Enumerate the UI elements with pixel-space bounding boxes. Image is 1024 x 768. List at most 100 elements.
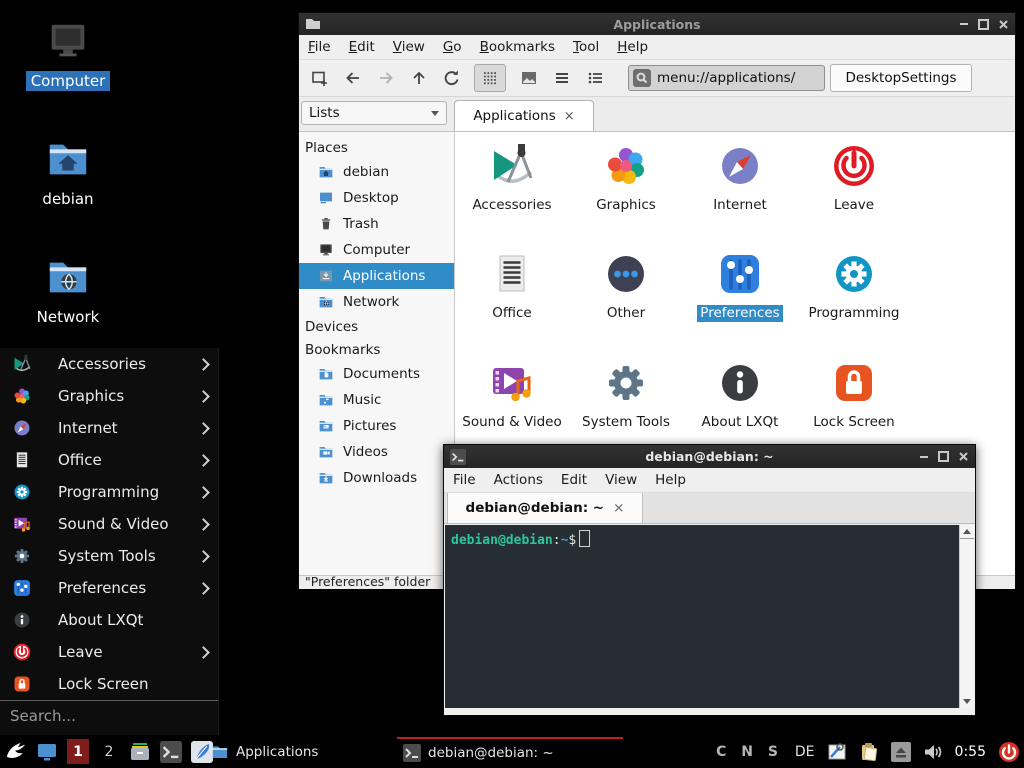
fm-menu-tool[interactable]: Tool — [564, 35, 608, 59]
thumbnail-view-button[interactable] — [518, 67, 539, 89]
app-folder-lock-screen[interactable]: Lock Screen — [797, 359, 911, 431]
desktop-settings-button[interactable]: DesktopSettings — [830, 64, 972, 92]
terminal-tab[interactable]: debian@debian: ~ × — [447, 493, 643, 523]
sidebar-mode-value: Lists — [309, 105, 340, 121]
launcher-file-manager[interactable] — [129, 741, 151, 763]
maximize-button[interactable] — [938, 451, 949, 462]
task-button-debian-debian[interactable]: debian@debian: ~ — [397, 737, 623, 766]
app-folder-other[interactable]: Other — [569, 250, 683, 322]
desktop-icon-network[interactable]: Network — [20, 254, 116, 327]
task-button-applications[interactable]: Applications — [205, 737, 391, 766]
sidebar-item-applications[interactable]: Applications — [299, 263, 454, 289]
app-folder-programming[interactable]: Programming — [797, 250, 911, 322]
maximize-button[interactable] — [978, 19, 989, 30]
show-desktop-button[interactable] — [36, 741, 58, 763]
terminal-menu-file[interactable]: File — [444, 468, 485, 492]
keyboard-layout[interactable]: DE — [795, 744, 815, 760]
refresh-button[interactable] — [441, 67, 462, 89]
menu-item-label: Programming — [58, 483, 159, 501]
icon-view-button[interactable] — [474, 64, 506, 92]
fm-menu-file[interactable]: File — [299, 35, 340, 59]
tray-screenshot-icon[interactable] — [827, 742, 847, 762]
close-button[interactable] — [998, 19, 1009, 30]
terminal-menu-view[interactable]: View — [596, 468, 646, 492]
sidebar-item-desktop[interactable]: Desktop — [299, 185, 454, 211]
scroll-up-icon[interactable] — [960, 525, 974, 539]
fm-menu-view[interactable]: View — [384, 35, 434, 59]
terminal-titlebar[interactable]: debian@debian: ~ — [444, 445, 975, 468]
tab-close-icon[interactable]: × — [564, 109, 575, 124]
minimize-button[interactable] — [958, 19, 969, 30]
app-folder-preferences[interactable]: Preferences — [683, 250, 797, 322]
compact-view-button[interactable] — [551, 67, 572, 89]
fm-menu-go[interactable]: Go — [434, 35, 471, 59]
workspace-1-button[interactable]: 1 — [67, 739, 89, 764]
menu-item-office[interactable]: Office — [0, 444, 218, 476]
app-folder-about-lxqt[interactable]: About LXQt — [683, 359, 797, 431]
sidebar-item-documents[interactable]: Documents — [299, 361, 454, 387]
sidebar-item-videos[interactable]: Videos — [299, 439, 454, 465]
tray-eject-icon[interactable] — [891, 742, 911, 762]
app-folder-internet[interactable]: Internet — [683, 142, 797, 214]
menu-item-sound-video[interactable]: Sound & Video — [0, 508, 218, 540]
menu-item-programming[interactable]: Programming — [0, 476, 218, 508]
detailed-view-button[interactable] — [584, 67, 605, 89]
keyboard-indicator[interactable]: C N S — [716, 744, 783, 760]
terminal-scrollbar[interactable] — [959, 525, 974, 708]
app-folder-accessories[interactable]: Accessories — [455, 142, 569, 214]
menu-item-lock-screen[interactable]: Lock Screen — [0, 668, 218, 700]
computer-icon — [318, 242, 334, 258]
folder-documents-icon — [318, 366, 334, 382]
sidebar-item-network[interactable]: Network — [299, 289, 454, 315]
launcher-terminal[interactable] — [160, 741, 182, 763]
fm-menu-bookmarks[interactable]: Bookmarks — [471, 35, 564, 59]
menu-item-about-lxqt[interactable]: About LXQt — [0, 604, 218, 636]
scroll-down-icon[interactable] — [960, 695, 974, 708]
terminal-menu-edit[interactable]: Edit — [552, 468, 596, 492]
terminal-tab-label: debian@debian: ~ — [466, 500, 605, 516]
terminal-menu-actions[interactable]: Actions — [485, 468, 552, 492]
terminal-tab-close-icon[interactable]: × — [613, 500, 624, 516]
sidebar-item-music[interactable]: Music — [299, 387, 454, 413]
terminal-menu-help[interactable]: Help — [646, 468, 695, 492]
forward-button[interactable] — [375, 67, 396, 89]
desktop-icon-debian[interactable]: debian — [20, 136, 116, 209]
tray-clipboard-icon[interactable] — [859, 742, 879, 762]
fm-titlebar[interactable]: Applications — [299, 13, 1015, 35]
menu-item-internet[interactable]: Internet — [0, 412, 218, 444]
fm-menu-edit[interactable]: Edit — [340, 35, 384, 59]
new-tab-button[interactable] — [309, 67, 330, 89]
menu-item-preferences[interactable]: Preferences — [0, 572, 218, 604]
fm-menu-help[interactable]: Help — [608, 35, 657, 59]
close-button[interactable] — [958, 451, 969, 462]
sidebar-item-computer[interactable]: Computer — [299, 237, 454, 263]
back-button[interactable] — [342, 67, 363, 89]
up-button[interactable] — [408, 67, 429, 89]
main-menu-button[interactable] — [5, 741, 27, 763]
address-bar[interactable]: menu://applications/ — [628, 65, 825, 91]
app-folder-leave[interactable]: Leave — [797, 142, 911, 214]
menu-search-input[interactable]: Search... — [0, 700, 218, 731]
terminal-screen[interactable]: debian@debian:~$ — [445, 525, 959, 708]
desktop-icon-computer[interactable]: Computer — [20, 18, 116, 91]
menu-item-leave[interactable]: Leave — [0, 636, 218, 668]
sidebar-item-debian[interactable]: debian — [299, 159, 454, 185]
sidebar-item-trash[interactable]: Trash — [299, 211, 454, 237]
sidebar-item-label: Applications — [343, 268, 425, 284]
menu-item-graphics[interactable]: Graphics — [0, 380, 218, 412]
tab-applications[interactable]: Applications × — [454, 100, 594, 131]
minimize-button[interactable] — [918, 451, 929, 462]
tray-volume-icon[interactable] — [923, 742, 943, 762]
sidebar-item-downloads[interactable]: Downloads — [299, 465, 454, 491]
app-folder-office[interactable]: Office — [455, 250, 569, 322]
app-folder-sound-video[interactable]: Sound & Video — [455, 359, 569, 431]
app-folder-graphics[interactable]: Graphics — [569, 142, 683, 214]
workspace-2-button[interactable]: 2 — [98, 739, 120, 764]
power-button[interactable] — [998, 741, 1020, 763]
sidebar-item-pictures[interactable]: Pictures — [299, 413, 454, 439]
clock[interactable]: 0:55 — [955, 744, 986, 760]
menu-item-accessories[interactable]: Accessories — [0, 348, 218, 380]
sidebar-mode-combo[interactable]: Lists — [301, 101, 447, 125]
menu-item-system-tools[interactable]: System Tools — [0, 540, 218, 572]
app-folder-system-tools[interactable]: System Tools — [569, 359, 683, 431]
